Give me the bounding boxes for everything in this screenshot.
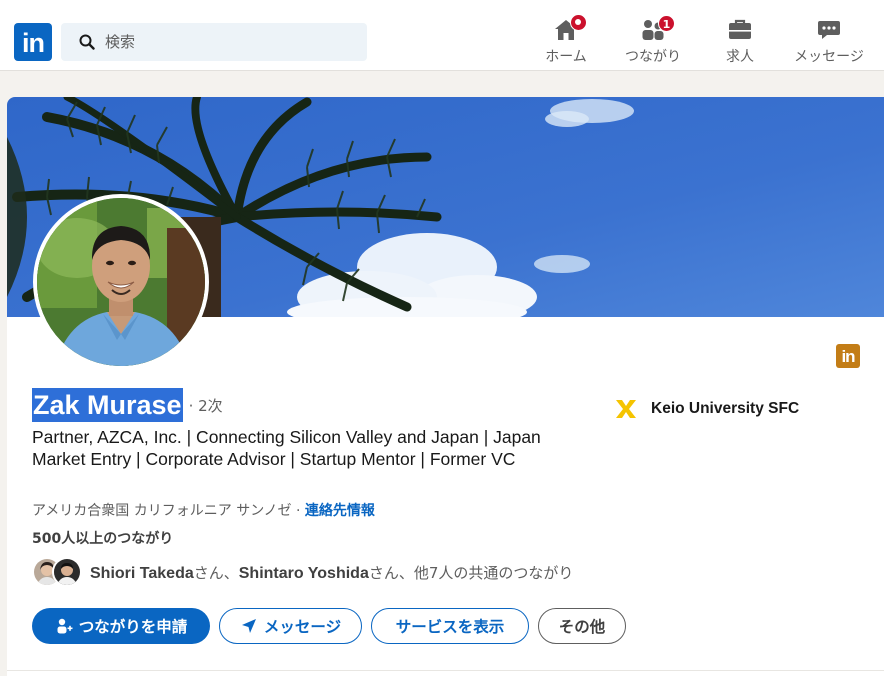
nav-label-messaging: メッセージ [794,49,864,65]
nav-label-jobs: 求人 [726,49,754,65]
nav-item-jobs[interactable]: 求人 [716,18,764,66]
mutual-rest: さん、他7人の共通のつながり [368,563,574,582]
messaging-icon [818,21,840,39]
location-line: アメリカ合衆国 カリフォルニア サンノゼ · 連絡先情報 [32,500,375,520]
search-box[interactable] [61,23,367,61]
connect-button[interactable]: つながりを申請 [32,608,210,644]
view-services-button[interactable]: サービスを表示 [371,608,529,644]
more-button-label: その他 [558,618,606,636]
network-badge: 1 [658,15,675,32]
top-nav: in ホーム 1 つながり [0,0,884,71]
nav-label-home: ホーム [545,49,587,65]
nav-label-network: つながり [625,49,681,65]
more-button[interactable]: その他 [538,608,626,644]
contact-info-link[interactable]: 連絡先情報 [305,503,375,519]
mutual-connections[interactable]: Shiori Takedaさん、Shintaro Yoshidaさん、他7人の共… [32,557,573,587]
view-services-button-label: サービスを表示 [395,618,505,636]
profile-card: in Zak Murase · 2次 Partner, AZCA, Inc. |… [7,97,884,676]
search-input[interactable] [105,23,355,61]
connection-count[interactable]: 500人以上のつながり [32,528,173,548]
nav-item-messaging[interactable]: メッセージ [790,18,868,66]
nav-item-home[interactable]: ホーム [538,14,594,66]
profile-headline: Partner, AZCA, Inc. | Connecting Silicon… [32,427,541,469]
connection-degree: · 2次 [188,396,223,415]
search-icon [79,34,95,50]
connect-button-label: つながりを申請 [78,618,188,636]
mutual-sep: さん、 [193,563,239,582]
linkedin-logo[interactable]: in [14,23,52,61]
name-row: Zak Murase · 2次 [32,388,223,422]
location-text: アメリカ合衆国 カリフォルニア サンノゼ · [32,503,305,519]
keio-university-logo-icon [616,400,636,418]
mutual-avatar-2 [52,557,82,587]
card-divider [7,670,884,671]
mutual-name-2: Shintaro Yoshida [238,564,369,582]
notification-dot [570,14,587,31]
send-icon [241,619,256,633]
mutual-name-1: Shiori Takeda [90,564,194,582]
add-person-icon [57,618,73,634]
message-button[interactable]: メッセージ [219,608,362,644]
message-button-label: メッセージ [263,618,342,636]
nav-item-network[interactable]: 1 つながり [622,15,684,66]
jobs-icon [729,19,751,39]
education-link[interactable]: Keio University SFC [614,397,799,421]
linkedin-badge-icon[interactable]: in [836,344,860,368]
profile-name: Zak Murase [32,388,183,422]
profile-photo[interactable] [33,194,209,370]
school-name: Keio University SFC [651,400,800,417]
